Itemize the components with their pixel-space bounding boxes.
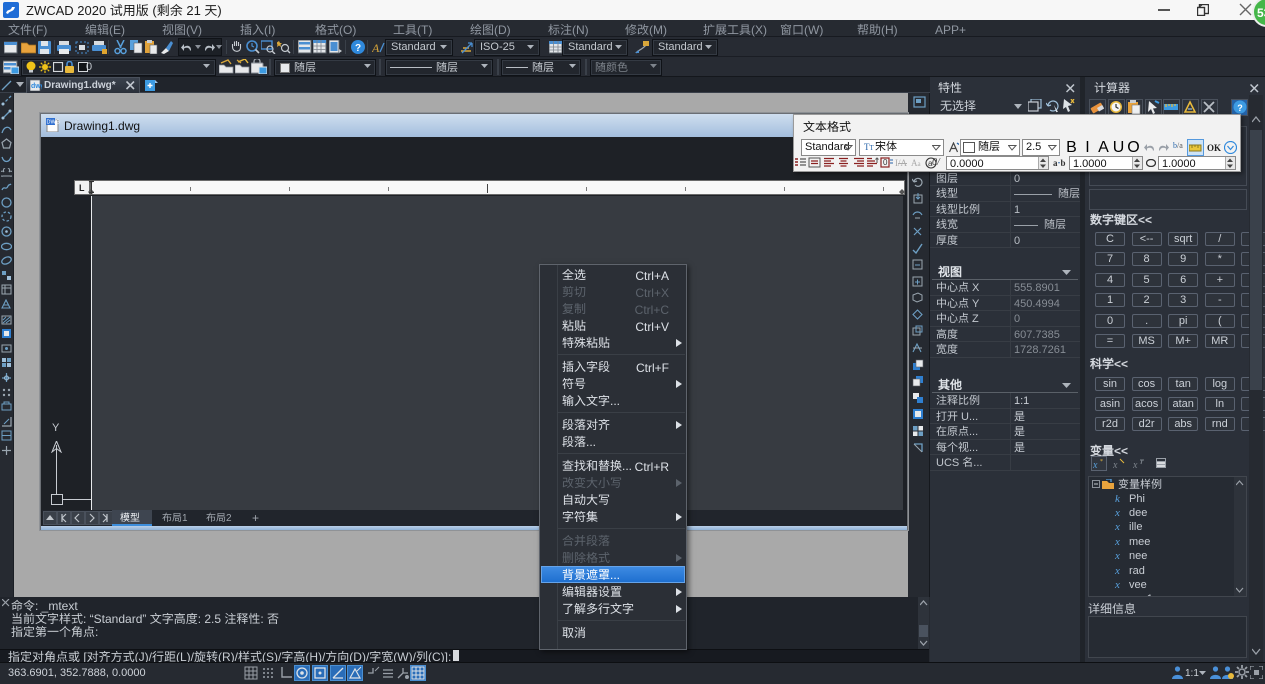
svg-text:?: ?: [1237, 103, 1243, 113]
svg-text:DWG: DWG: [47, 120, 60, 126]
svg-text:*: *: [1100, 459, 1103, 465]
svg-text:0: 0: [883, 158, 888, 167]
svg-text:x: x: [1113, 460, 1118, 469]
svg-text:x: x: [1133, 460, 1138, 469]
svg-text:A: A: [372, 41, 380, 54]
svg-text:dwg: dwg: [31, 83, 42, 90]
svg-text:x: x: [1093, 460, 1098, 469]
svg-text:?: ?: [355, 43, 361, 54]
